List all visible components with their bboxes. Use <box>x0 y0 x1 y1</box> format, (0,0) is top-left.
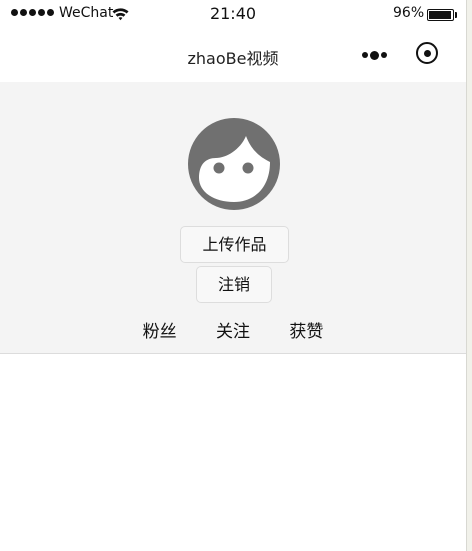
page-title: zhaoBe视频 <box>187 49 279 68</box>
stat-likes[interactable]: 获赞 <box>289 317 323 342</box>
phone-screen: WeChat 21:40 96% zhaoBe视频 上传作品 注销 粉丝 关注 … <box>0 0 469 551</box>
battery-fill <box>429 11 452 19</box>
more-dots-icon[interactable] <box>358 48 390 62</box>
logout-button[interactable]: 注销 <box>196 266 272 303</box>
battery-tip <box>455 12 457 18</box>
stat-following[interactable]: 关注 <box>216 317 250 342</box>
battery-icon <box>427 9 454 21</box>
face-avatar-icon[interactable] <box>186 116 282 212</box>
window-edge <box>466 0 472 551</box>
upload-work-button[interactable]: 上传作品 <box>180 226 289 263</box>
status-bar: WeChat 21:40 96% <box>0 0 466 30</box>
profile-header: 上传作品 注销 粉丝 关注 获赞 <box>0 82 466 354</box>
stats-row: 粉丝 关注 获赞 <box>0 317 466 342</box>
stat-fans[interactable]: 粉丝 <box>143 317 177 342</box>
battery-percent: 96% <box>393 5 425 21</box>
capsule-close-icon[interactable] <box>416 42 438 64</box>
navigation-bar: zhaoBe视频 <box>0 30 466 82</box>
